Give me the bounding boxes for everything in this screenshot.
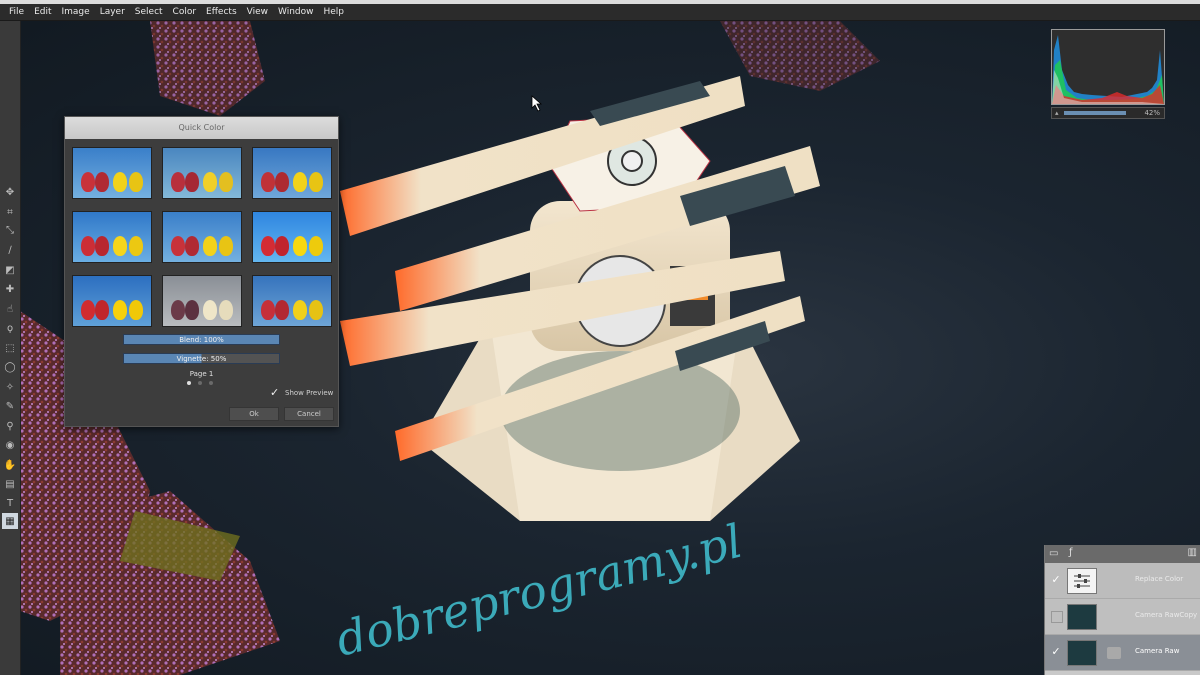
page-dot[interactable] (198, 381, 202, 385)
zoom-value: 42% (1144, 109, 1160, 117)
layers-panel: ▭ ƒ ▥ ✓ Replace Color Camera RawCopy ✓ C… (1044, 545, 1200, 675)
menu-window[interactable]: Window (278, 7, 314, 17)
dialog-title: Quick Color (65, 117, 338, 139)
preset-thumbnail-8[interactable] (162, 275, 242, 327)
layer-row-selected[interactable]: ✓ Camera Raw (1045, 635, 1200, 671)
page-dot[interactable] (209, 381, 213, 385)
blend-slider[interactable]: Blend: 100% (123, 334, 280, 345)
adjustment-layer-icon (1067, 568, 1097, 594)
menu-bar: File Edit Image Layer Select Color Effec… (0, 4, 1200, 21)
hand-icon[interactable]: ✋ (2, 457, 18, 473)
mouse-cursor-icon (531, 95, 543, 112)
menu-layer[interactable]: Layer (100, 7, 125, 17)
zoom-slider[interactable] (1064, 111, 1126, 115)
smudge-icon[interactable]: ☝ (2, 301, 18, 317)
preset-thumbnail-4[interactable] (72, 211, 152, 263)
menu-select[interactable]: Select (135, 7, 163, 17)
preset-thumbnail-9[interactable] (252, 275, 332, 327)
cancel-button[interactable]: Cancel (284, 407, 334, 421)
magic-wand-icon[interactable]: ✧ (2, 379, 18, 395)
brush-icon[interactable]: ∕ (2, 242, 18, 258)
lasso-icon[interactable]: ϙ (2, 320, 18, 336)
menu-help[interactable]: Help (324, 7, 345, 17)
layer-thumbnail (1067, 604, 1097, 630)
menu-effects[interactable]: Effects (206, 7, 237, 17)
preset-thumbnail-2[interactable] (162, 147, 242, 199)
menu-image[interactable]: Image (62, 7, 90, 17)
chalk-handwriting: dobreprogramy.pl (331, 514, 748, 667)
layer-name: Camera Raw (1135, 647, 1180, 655)
effects-icon[interactable]: ƒ (1069, 547, 1073, 558)
layers-panel-header: ▭ ƒ ▥ (1045, 545, 1200, 563)
layer-thumbnail (1067, 640, 1097, 666)
layer-visibility-check[interactable]: ✓ (1049, 645, 1063, 659)
mesh-icon[interactable]: ▦ (2, 513, 18, 529)
crystal-block-top-right (720, 21, 880, 91)
zoom-out-icon[interactable]: ▴ (1055, 109, 1059, 117)
trash-icon[interactable]: ▥ (1188, 547, 1197, 558)
show-preview-checkbox[interactable]: ✓ (270, 387, 282, 399)
new-layer-icon[interactable]: ▭ (1049, 548, 1058, 559)
preset-thumbnail-3[interactable] (252, 147, 332, 199)
preset-thumbnail-6[interactable] (252, 211, 332, 263)
menu-file[interactable]: File (9, 7, 24, 17)
quick-color-dialog: Quick Color Blend: 100% Vignette: 50% Pa… (64, 116, 339, 427)
menu-edit[interactable]: Edit (34, 7, 51, 17)
crop-icon[interactable]: ⌗ (2, 204, 18, 220)
layer-visibility-check[interactable] (1051, 611, 1063, 623)
clone-icon[interactable]: ✚ (2, 281, 18, 297)
ellipse-select-icon[interactable]: ◯ (2, 359, 18, 375)
histogram-panel (1051, 29, 1165, 105)
histogram-graph (1052, 35, 1164, 104)
preset-thumbnail-7[interactable] (72, 275, 152, 327)
tool-panel: ✥ ⌗ ⤡ ∕ ◩ ✚ ☝ ϙ ⬚ ◯ ✧ ✎ ⚲ ◉ ✋ ▤ T ▦ (0, 21, 21, 675)
crystal-block-top (150, 21, 265, 116)
layer-visibility-check[interactable]: ✓ (1049, 573, 1063, 587)
vignette-slider[interactable]: Vignette: 50% (123, 353, 280, 364)
page-dot-active[interactable] (187, 381, 191, 385)
layer-name: Replace Color (1135, 575, 1184, 583)
marquee-icon[interactable]: ⬚ (2, 340, 18, 356)
preset-thumbnail-5[interactable] (162, 211, 242, 263)
eraser-icon[interactable]: ◩ (2, 262, 18, 278)
move-icon[interactable]: ✥ (2, 184, 18, 200)
show-preview-label: Show Preview (285, 389, 334, 397)
layer-mask-icon[interactable] (1107, 647, 1121, 659)
layer-row[interactable]: ✓ Replace Color (1045, 563, 1200, 599)
layer-name: Camera RawCopy (1135, 611, 1198, 619)
gradient-icon[interactable]: ▤ (2, 476, 18, 492)
menu-view[interactable]: View (247, 7, 268, 17)
preset-thumbnail-1[interactable] (72, 147, 152, 199)
text-icon[interactable]: T (2, 495, 18, 511)
page-label: Page 1 (189, 370, 214, 378)
pen-icon[interactable]: ✎ (2, 398, 18, 414)
eyedropper-icon[interactable]: ⚲ (2, 418, 18, 434)
eye-icon[interactable]: ◉ (2, 437, 18, 453)
transform-icon[interactable]: ⤡ (2, 222, 18, 238)
layer-row[interactable]: Camera RawCopy (1045, 599, 1200, 635)
menu-color[interactable]: Color (173, 7, 197, 17)
ok-button[interactable]: Ok (229, 407, 279, 421)
crystal-block-bottom-left (60, 491, 280, 675)
histogram-zoom-bar[interactable]: ▴ 42% (1051, 107, 1165, 119)
